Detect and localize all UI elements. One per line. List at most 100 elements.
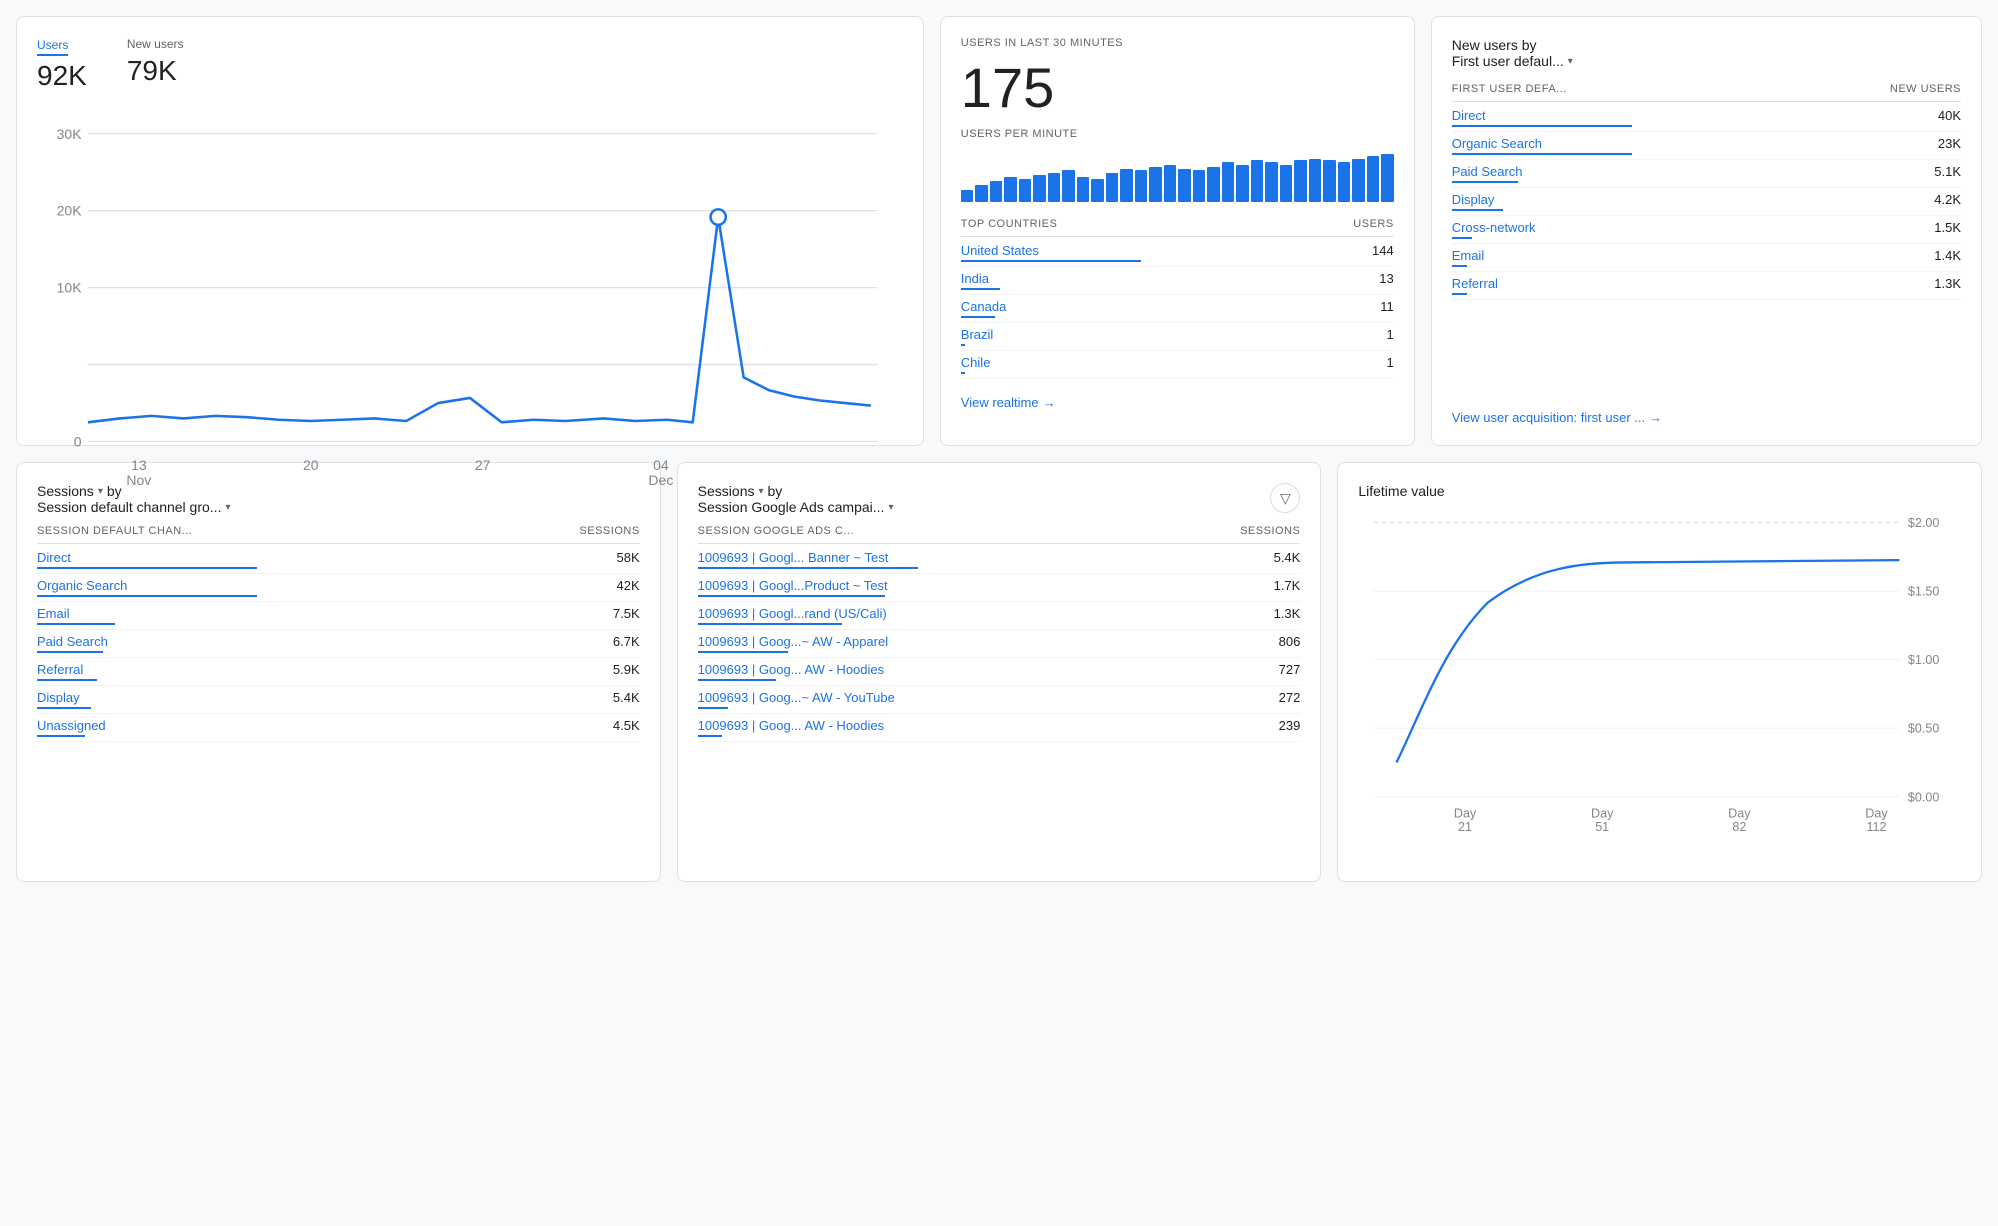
sessions-ads-row-label: 1009693 | Googl...Product ~ Test: [698, 578, 888, 593]
acq-channel-name: Display: [1452, 192, 1495, 207]
mini-bar-item: [1352, 159, 1365, 202]
mini-bar-item: [1251, 160, 1264, 202]
sessions-ads-col-headers: SESSION GOOGLE ADS C... SESSIONS: [698, 525, 1301, 544]
sessions-ads-row-bar: [698, 623, 843, 625]
mini-bar-item: [1294, 160, 1307, 202]
sessions-ads-col2: SESSIONS: [1240, 525, 1300, 537]
country-row: United States 144: [961, 243, 1394, 267]
country-name: United States: [961, 243, 1039, 258]
users-value: 92K: [37, 60, 87, 92]
view-acquisition-link[interactable]: View user acquisition: first user ... →: [1452, 402, 1961, 425]
sessions-ads-row-bar: [698, 567, 918, 569]
sessions-ads-row-bar: [698, 735, 722, 737]
sessions-ads-data-row: 1009693 | Googl... Banner ~ Test 5.4K: [698, 550, 1301, 574]
acq-channel-name: Referral: [1452, 276, 1498, 291]
new-users-label: New users: [127, 37, 184, 51]
sessions-ads-row-label: 1009693 | Goog...~ AW - Apparel: [698, 634, 888, 649]
country-bar: [961, 344, 965, 346]
countries-list: United States 144 India 13 Canada 11 Bra…: [961, 243, 1394, 383]
sessions-row-value: 6.7K: [613, 634, 640, 649]
svg-text:30K: 30K: [57, 126, 83, 142]
mini-bar-item: [1091, 179, 1104, 202]
country-bar: [961, 288, 1000, 290]
acq-channel-name: Paid Search: [1452, 164, 1523, 179]
view-realtime-link[interactable]: View realtime →: [961, 395, 1394, 410]
svg-text:82: 82: [1733, 820, 1747, 831]
lifetime-title: Lifetime value: [1358, 483, 1961, 499]
sessions-ads-row-value: 727: [1279, 662, 1301, 677]
country-row: Canada 11: [961, 299, 1394, 323]
acq-bar: [1452, 125, 1632, 127]
mini-bar-item: [1033, 175, 1046, 202]
svg-text:20K: 20K: [57, 203, 83, 219]
acq-bar: [1452, 153, 1632, 155]
acq-channels-list: Direct 40K Organic Search 23K Paid Searc…: [1452, 108, 1961, 304]
acq-channel-name: Organic Search: [1452, 136, 1542, 151]
acq-dropdown-icon[interactable]: ▾: [1568, 56, 1573, 67]
svg-text:Dec: Dec: [648, 472, 673, 488]
acq-channel-value: 40K: [1938, 108, 1961, 123]
acq-channel-value: 23K: [1938, 136, 1961, 151]
acq-bar: [1452, 293, 1467, 295]
country-value: 1: [1386, 327, 1393, 342]
sessions-data-row: Organic Search 42K: [37, 578, 640, 602]
acquisition-card: New users by First user defaul... ▾ FIRS…: [1431, 16, 1982, 446]
mini-bar-item: [990, 181, 1003, 202]
mini-bar-item: [1004, 177, 1017, 202]
acq-bar: [1452, 209, 1503, 211]
mini-bar-item: [1193, 170, 1206, 202]
sessions-row-value: 42K: [617, 578, 640, 593]
mini-bar-item: [961, 190, 974, 203]
svg-text:Day: Day: [1866, 806, 1889, 820]
sessions-data-row: Referral 5.9K: [37, 662, 640, 686]
sessions-ads-row-label: 1009693 | Goog... AW - Hoodies: [698, 662, 884, 677]
country-value: 13: [1379, 271, 1393, 286]
sessions-row-bar: [37, 651, 103, 653]
svg-text:21: 21: [1458, 820, 1472, 831]
acq-bar: [1452, 265, 1467, 267]
main-chart-area: 30K 20K 10K 0 13 Nov 20 27 04: [37, 108, 903, 506]
country-value: 144: [1372, 243, 1394, 258]
sessions-data-row: Paid Search 6.7K: [37, 634, 640, 658]
sessions-ads-data-row: 1009693 | Goog... AW - Hoodies 239: [698, 718, 1301, 742]
acq-bar: [1452, 181, 1518, 183]
acq-bar: [1452, 237, 1472, 239]
sessions-row-label: Referral: [37, 662, 83, 677]
acq-channel-value: 1.5K: [1934, 220, 1961, 235]
sessions-ads-row-label: 1009693 | Googl... Banner ~ Test: [698, 550, 889, 565]
sessions-ads-data-row: 1009693 | Goog...~ AW - YouTube 272: [698, 690, 1301, 714]
realtime-number: 175: [961, 55, 1394, 120]
acq-title: New users by: [1452, 37, 1961, 53]
sessions-row-label: Unassigned: [37, 718, 106, 733]
sessions-data-row: Email 7.5K: [37, 606, 640, 630]
sessions-ads-row-bar: [698, 679, 776, 681]
svg-text:0: 0: [74, 434, 82, 450]
svg-text:$2.00: $2.00: [1908, 516, 1939, 530]
svg-text:$0.00: $0.00: [1908, 790, 1939, 804]
mini-bar-item: [1236, 165, 1249, 203]
acq-channel-name: Email: [1452, 248, 1485, 263]
sessions-ads-data-row: 1009693 | Goog... AW - Hoodies 727: [698, 662, 1301, 686]
mini-bar-item: [1222, 162, 1235, 202]
stats-row: Users 92K New users 79K: [37, 37, 903, 92]
country-bar: [961, 316, 996, 318]
mini-bar-item: [1265, 162, 1278, 202]
mini-bar-item: [975, 185, 988, 202]
mini-bar-item: [1381, 154, 1394, 202]
sessions-ads-row-value: 239: [1279, 718, 1301, 733]
mini-bar-item: [1309, 159, 1322, 202]
sessions-ads-row-label: 1009693 | Goog...~ AW - YouTube: [698, 690, 895, 705]
realtime-card: USERS IN LAST 30 MINUTES 175 USERS PER M…: [940, 16, 1415, 446]
filter-icon[interactable]: ▽: [1270, 483, 1300, 513]
mini-bar-item: [1323, 160, 1336, 202]
svg-text:10K: 10K: [57, 280, 83, 296]
svg-text:$0.50: $0.50: [1908, 722, 1939, 736]
sessions-row-bar: [37, 679, 97, 681]
country-bar: [961, 372, 965, 374]
svg-text:51: 51: [1596, 820, 1610, 831]
lifetime-chart: $2.00 $1.50 $1.00 $0.50 $0.00: [1358, 511, 1961, 861]
svg-text:Day: Day: [1729, 806, 1752, 820]
acq-channel-value: 4.2K: [1934, 192, 1961, 207]
acq-channel-name: Direct: [1452, 108, 1486, 123]
country-row: Chile 1: [961, 355, 1394, 379]
